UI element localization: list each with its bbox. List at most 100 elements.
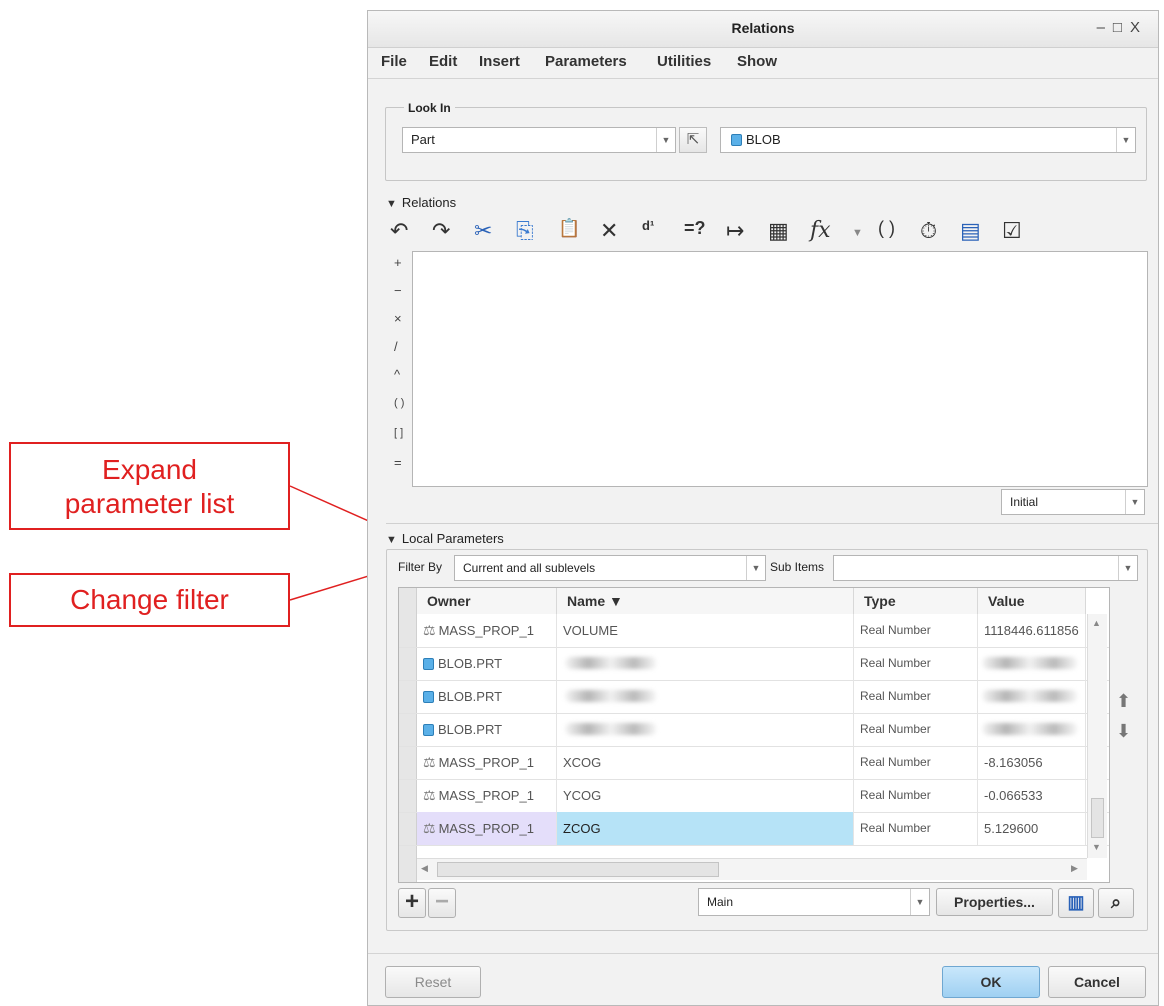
- ok-button[interactable]: OK: [942, 966, 1040, 998]
- redo-icon[interactable]: ↷: [432, 218, 450, 244]
- evaluate-icon[interactable]: =?: [684, 218, 706, 239]
- type-text: Real Number: [860, 821, 931, 835]
- display-icon[interactable]: ▤: [960, 218, 981, 244]
- hscroll-thumb[interactable]: [437, 862, 719, 877]
- relations-editor[interactable]: [412, 251, 1148, 487]
- menu-show[interactable]: Show: [737, 53, 777, 70]
- scroll-left-icon[interactable]: ◀: [421, 863, 428, 874]
- cell-owner: ⚖ MASS_PROP_1: [417, 614, 557, 647]
- value-text: 1118446.611856: [984, 623, 1079, 638]
- add-parameter-button[interactable]: +: [398, 888, 426, 918]
- type-text: Real Number: [860, 689, 931, 703]
- column-value[interactable]: Value: [978, 588, 1086, 614]
- delete-icon[interactable]: ✕: [600, 218, 618, 244]
- paste-icon[interactable]: 📋: [558, 218, 580, 239]
- cancel-button[interactable]: Cancel: [1048, 966, 1146, 998]
- switch-dimensions-icon[interactable]: d¹: [642, 218, 654, 233]
- table-row[interactable]: ⚖ MASS_PROP_1 YCOG Real Number -0.066533: [399, 779, 1109, 813]
- look-in-object-select[interactable]: BLOB ▼: [720, 127, 1136, 153]
- value-text: 5.129600: [984, 821, 1039, 836]
- menu-insert[interactable]: Insert: [479, 53, 520, 70]
- properties-button[interactable]: Properties...: [936, 888, 1053, 916]
- look-in-type-select[interactable]: Part ▼: [402, 127, 676, 153]
- sub-items-label: Sub Items: [770, 560, 825, 574]
- equals-operator[interactable]: =: [394, 455, 402, 470]
- insert-parameter-icon[interactable]: ▦: [768, 218, 789, 244]
- check-icon[interactable]: ☑: [1002, 218, 1022, 244]
- cell-owner: BLOB.PRT: [417, 713, 557, 746]
- filter-by-label: Filter By: [398, 560, 443, 574]
- parentheses-operator[interactable]: ( ): [394, 397, 404, 409]
- copy-icon[interactable]: ⎘: [516, 218, 534, 244]
- plus-operator[interactable]: +: [394, 255, 402, 270]
- insert-dimension-icon[interactable]: ↦: [726, 218, 744, 244]
- view-select[interactable]: Main ▼: [698, 888, 930, 916]
- owner-text: BLOB.PRT: [438, 722, 503, 737]
- cell-type: Real Number: [854, 713, 978, 746]
- column-owner[interactable]: Owner: [417, 588, 557, 614]
- menu-parameters[interactable]: Parameters: [545, 53, 627, 70]
- redacted-blur: [565, 723, 657, 735]
- maximize-icon[interactable]: □: [1113, 19, 1130, 36]
- local-parameters-header[interactable]: ▼ Local Parameters: [386, 531, 504, 546]
- reset-button[interactable]: Reset: [385, 966, 481, 998]
- menu-utilities[interactable]: Utilities: [657, 53, 711, 70]
- minimize-icon[interactable]: –: [1097, 19, 1113, 36]
- filter-by-select[interactable]: Current and all sublevels ▼: [454, 555, 766, 581]
- search-button[interactable]: ⌕: [1098, 888, 1134, 918]
- multiply-operator[interactable]: ×: [394, 311, 402, 326]
- parentheses-icon[interactable]: ( ): [878, 218, 895, 239]
- ok-label: OK: [980, 974, 1002, 990]
- mass-property-icon: ⚖: [423, 622, 436, 638]
- menu-edit[interactable]: Edit: [429, 53, 457, 70]
- part-icon: [423, 658, 434, 670]
- column-name[interactable]: Name ▼: [557, 588, 854, 614]
- table-row[interactable]: BLOB.PRT Real Number: [399, 680, 1109, 714]
- columns-button[interactable]: ▥: [1058, 888, 1094, 918]
- look-in-object-value: BLOB: [746, 132, 781, 147]
- owner-text: MASS_PROP_1: [438, 788, 534, 803]
- parameters-table: Owner Name ▼ Type Value ⚖ MASS_PROP_1 VOLU…: [398, 587, 1110, 883]
- vertical-scrollbar[interactable]: ▲ ▼: [1087, 614, 1107, 858]
- sub-items-select[interactable]: ▼: [833, 555, 1138, 581]
- scroll-down-icon[interactable]: ▼: [1092, 842, 1101, 852]
- cell-owner: BLOB.PRT: [417, 680, 557, 713]
- table-row[interactable]: ⚖ MASS_PROP_1 XCOG Real Number -8.163056: [399, 746, 1109, 780]
- cell-owner: ⚖ MASS_PROP_1: [417, 779, 557, 812]
- relations-mode-select[interactable]: Initial ▼: [1001, 489, 1145, 515]
- table-row[interactable]: ⚖ MASS_PROP_1 VOLUME Real Number 1118446.611…: [399, 614, 1109, 648]
- column-type[interactable]: Type: [854, 588, 978, 614]
- cell-type: Real Number: [854, 680, 978, 713]
- table-row[interactable]: BLOB.PRT Real Number: [399, 647, 1109, 681]
- properties-label: Properties...: [954, 894, 1035, 910]
- scroll-thumb[interactable]: [1091, 798, 1104, 838]
- function-icon[interactable]: fx: [810, 218, 831, 243]
- close-icon[interactable]: X: [1130, 19, 1148, 36]
- menu-file[interactable]: File: [381, 53, 407, 70]
- scroll-right-icon[interactable]: ▶: [1071, 863, 1078, 874]
- remove-parameter-button[interactable]: −: [428, 888, 456, 918]
- scroll-up-icon[interactable]: ▲: [1092, 618, 1101, 628]
- table-row[interactable]: ⚖ MASS_PROP_1 ZCOG Real Number 5.129600: [399, 812, 1109, 846]
- divide-operator[interactable]: /: [394, 339, 398, 354]
- name-text: ZCOG: [563, 821, 601, 836]
- select-object-button[interactable]: ⇱: [679, 127, 707, 153]
- horizontal-scrollbar[interactable]: ◀ ▶: [417, 858, 1087, 880]
- relations-section-header[interactable]: ▼ Relations: [386, 195, 456, 210]
- function-dropdown-icon[interactable]: ▼: [852, 227, 863, 239]
- cell-name: [557, 647, 854, 680]
- cell-value: -8.163056: [978, 746, 1086, 779]
- brackets-operator[interactable]: [ ]: [394, 427, 403, 439]
- part-icon: [423, 691, 434, 703]
- redacted-blur: [565, 690, 657, 702]
- minus-icon: −: [434, 888, 449, 915]
- verify-icon[interactable]: ⏱: [920, 218, 937, 244]
- undo-icon[interactable]: ↶: [390, 218, 408, 244]
- move-up-icon[interactable]: ⬆: [1116, 691, 1131, 712]
- power-operator[interactable]: ^: [394, 367, 400, 382]
- cut-icon[interactable]: ✂: [474, 218, 492, 244]
- minus-operator[interactable]: −: [394, 283, 402, 298]
- move-down-icon[interactable]: ⬇: [1116, 721, 1131, 742]
- table-row[interactable]: BLOB.PRT Real Number: [399, 713, 1109, 747]
- cell-name: ZCOG: [557, 812, 854, 845]
